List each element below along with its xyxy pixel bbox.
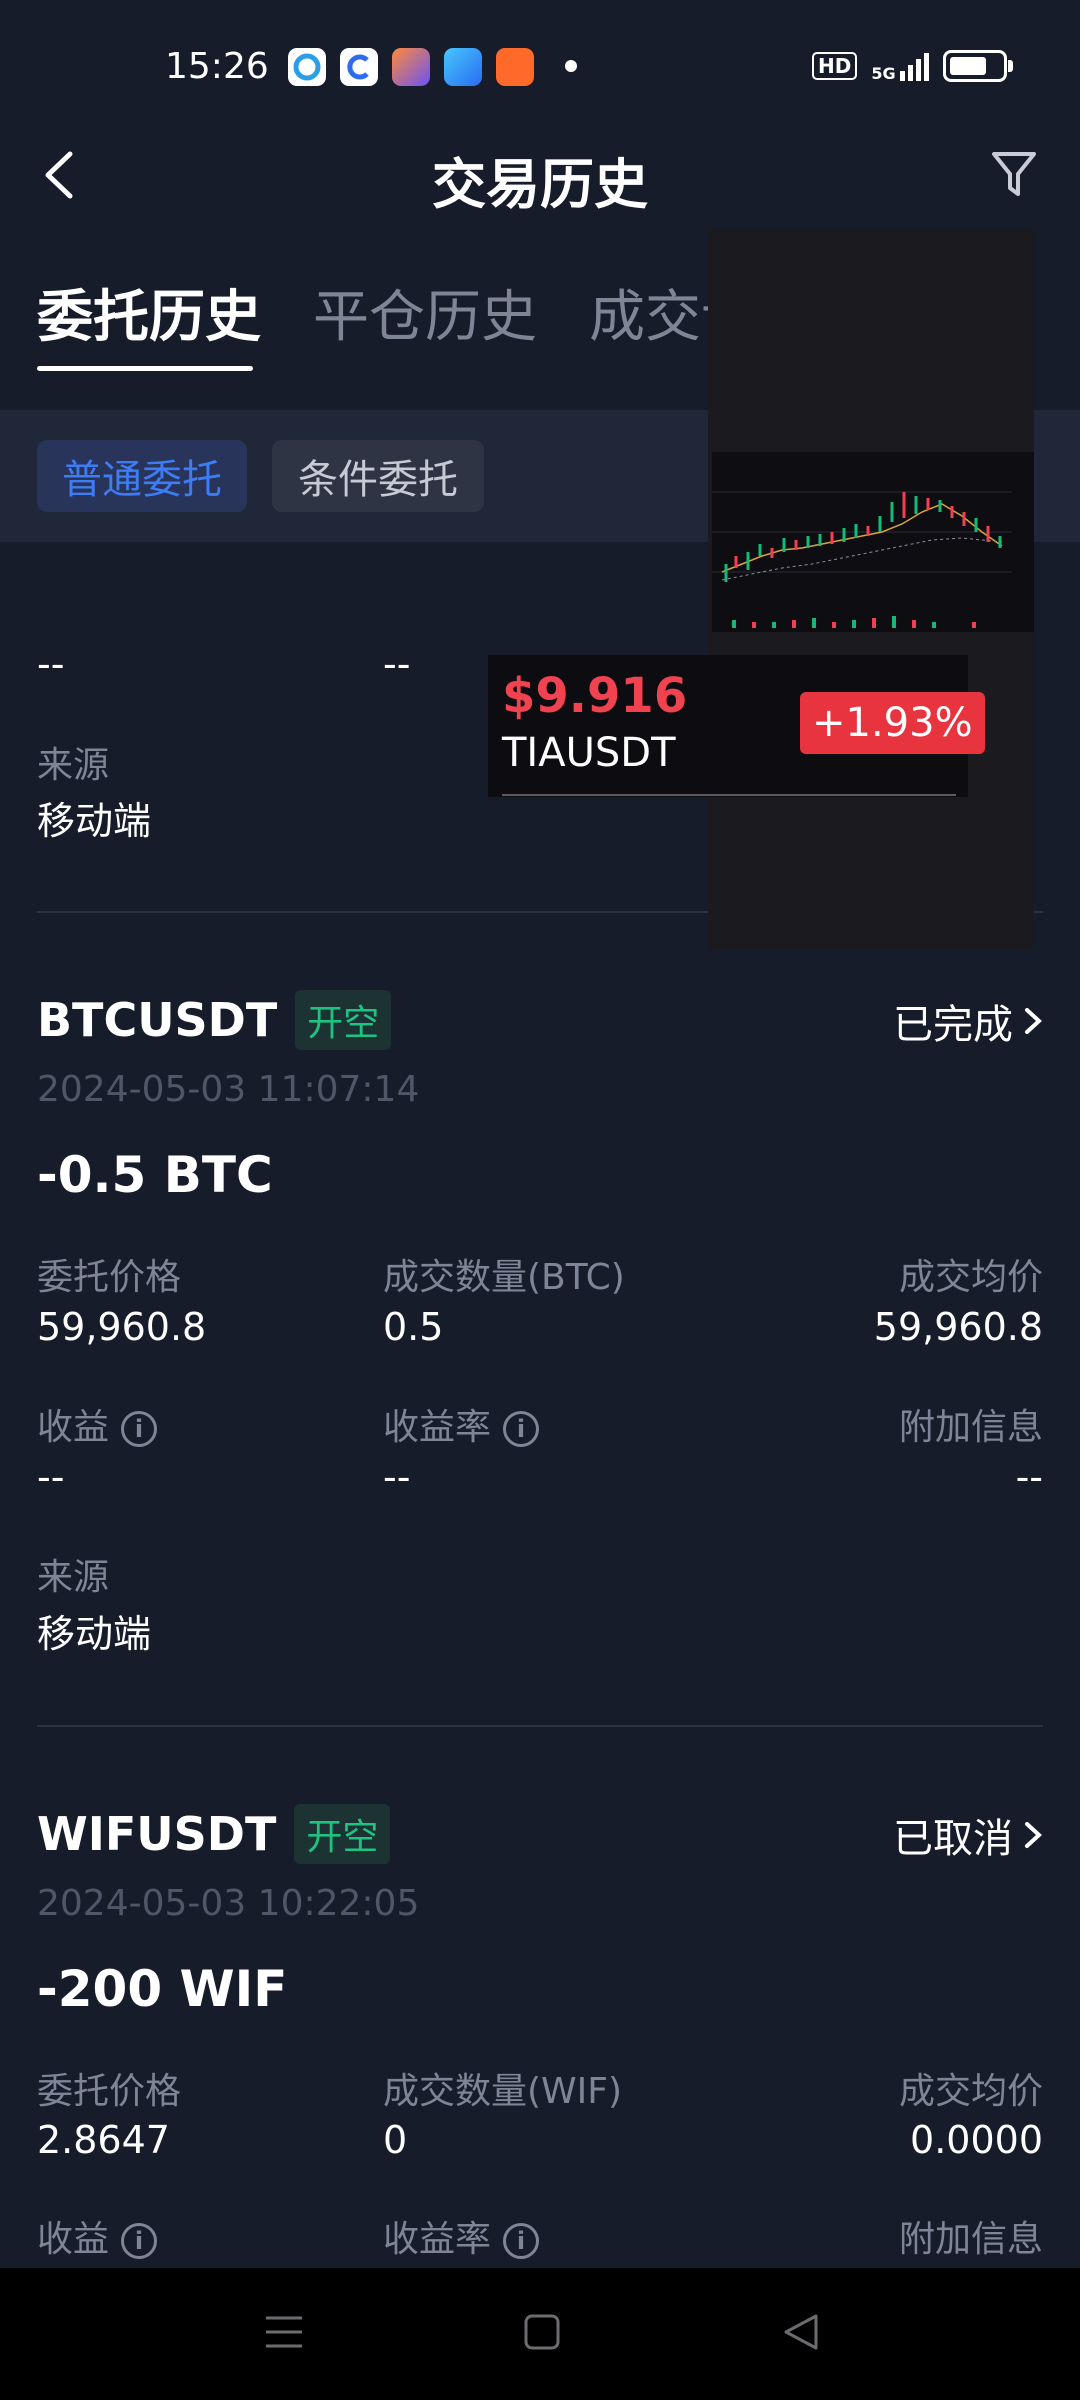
profit-value: -- <box>37 1455 65 1499</box>
avg-price: 59,960.8 <box>873 1305 1043 1349</box>
info-icon[interactable]: i <box>121 1411 158 1447</box>
app-icon-4 <box>444 48 482 86</box>
filter-icon <box>992 152 1036 196</box>
profit-value: -- <box>37 642 65 686</box>
profit-rate-label: 收益率 <box>383 2219 492 2260</box>
system-navigation-bar <box>0 2268 1080 2400</box>
profit-rate-label-row: 收益率 i <box>383 1398 540 1450</box>
filled-qty: 0 <box>383 2118 408 2162</box>
battery-icon <box>942 50 1013 82</box>
info-icon[interactable]: i <box>503 1411 540 1447</box>
normal-order-chip[interactable]: 普通委托 <box>37 440 247 512</box>
order-timestamp: 2024-05-03 10:22:05 <box>37 1883 420 1924</box>
divider <box>37 1725 1043 1727</box>
order-price: 59,960.8 <box>37 1305 207 1349</box>
back-nav-icon[interactable] <box>782 2312 818 2352</box>
info-icon[interactable]: i <box>503 2223 540 2259</box>
order-status-link[interactable]: 已完成 <box>893 992 1043 1050</box>
order-timestamp: 2024-05-03 11:07:14 <box>37 1069 420 1110</box>
home-icon[interactable] <box>524 2314 560 2350</box>
candlestick-thumbnail <box>712 491 1012 628</box>
order-status: 已完成 <box>893 1002 1013 1048</box>
profit-label: 收益 <box>37 2219 110 2260</box>
mobile-app-icon <box>288 48 326 86</box>
source-value: 移动端 <box>37 799 152 843</box>
source-value: 移动端 <box>37 1612 152 1656</box>
tab-close-history[interactable]: 平仓历史 <box>313 272 537 353</box>
order-price-label: 委托价格 <box>37 1257 182 1298</box>
order-amount: -200 WIF <box>37 1960 288 2018</box>
page-title: 交易历史 <box>432 153 648 216</box>
network-type: 5G <box>871 64 896 83</box>
conditional-order-chip[interactable]: 条件委托 <box>272 440 484 512</box>
notification-dot-icon <box>565 60 577 72</box>
hd-badge: HD <box>812 52 858 80</box>
status-indicators: HD 5G <box>812 50 1013 83</box>
order-header: WIFUSDT 开空 <box>37 1804 391 1864</box>
chevron-right-icon <box>1025 1822 1042 1848</box>
filled-qty-label: 成交数量(WIF) <box>383 2071 623 2112</box>
avg-price: 0.0000 <box>910 2118 1043 2162</box>
profit-rate-value: -- <box>383 642 411 686</box>
source-label: 来源 <box>37 1557 110 1598</box>
ticker-symbol: TIAUSDT <box>502 730 676 776</box>
extra-info-label: 附加信息 <box>898 1407 1043 1448</box>
order-amount: -0.5 BTC <box>37 1146 273 1204</box>
order-status-link[interactable]: 已取消 <box>893 1806 1043 1864</box>
source-label: 来源 <box>37 745 110 786</box>
order-status: 已取消 <box>893 1816 1013 1862</box>
mini-candlestick-chart[interactable] <box>712 452 1034 632</box>
tab-bar: 委托历史 平仓历史 成交记 <box>37 272 757 353</box>
profit-rate-label-row: 收益率 i <box>383 2210 540 2262</box>
ticker-change-badge: +1.93% <box>800 692 985 754</box>
extra-info-value: -- <box>1015 1455 1043 1499</box>
order-header: BTCUSDT 开空 <box>37 990 392 1050</box>
order-price: 2.8647 <box>37 2118 170 2162</box>
filter-button[interactable] <box>990 148 1036 200</box>
filled-qty-label: 成交数量(BTC) <box>383 1257 625 1298</box>
filled-qty: 0.5 <box>383 1305 444 1349</box>
tab-active-indicator <box>37 366 253 371</box>
order-price-label: 委托价格 <box>37 2071 182 2112</box>
profit-label-row: 收益 i <box>37 1398 158 1450</box>
profit-label: 收益 <box>37 1407 110 1448</box>
app-icon-5 <box>496 48 534 86</box>
browser-app-icon <box>340 48 378 86</box>
menu-icon[interactable] <box>264 2312 304 2352</box>
order-side-badge: 开空 <box>294 1804 391 1864</box>
signal-icon: 5G <box>871 51 929 83</box>
status-time: 15:26 <box>165 46 269 87</box>
ticker-divider <box>502 794 956 796</box>
avg-price-label: 成交均价 <box>898 2071 1043 2112</box>
avg-price-label: 成交均价 <box>898 1257 1043 1298</box>
profit-rate-label: 收益率 <box>383 1407 492 1448</box>
extra-info-label: 附加信息 <box>898 2219 1043 2260</box>
app-icon-3 <box>392 48 430 86</box>
order-symbol: WIFUSDT <box>37 1807 277 1861</box>
chevron-right-icon <box>1025 1008 1042 1034</box>
order-side-badge: 开空 <box>295 990 392 1050</box>
order-symbol: BTCUSDT <box>37 993 278 1047</box>
profit-label-row: 收益 i <box>37 2210 158 2262</box>
tab-order-history[interactable]: 委托历史 <box>37 272 261 353</box>
ticker-price: $9.916 <box>502 668 688 724</box>
info-icon[interactable]: i <box>121 2223 158 2259</box>
profit-rate-value: -- <box>383 1455 411 1499</box>
status-app-icons <box>288 48 534 86</box>
